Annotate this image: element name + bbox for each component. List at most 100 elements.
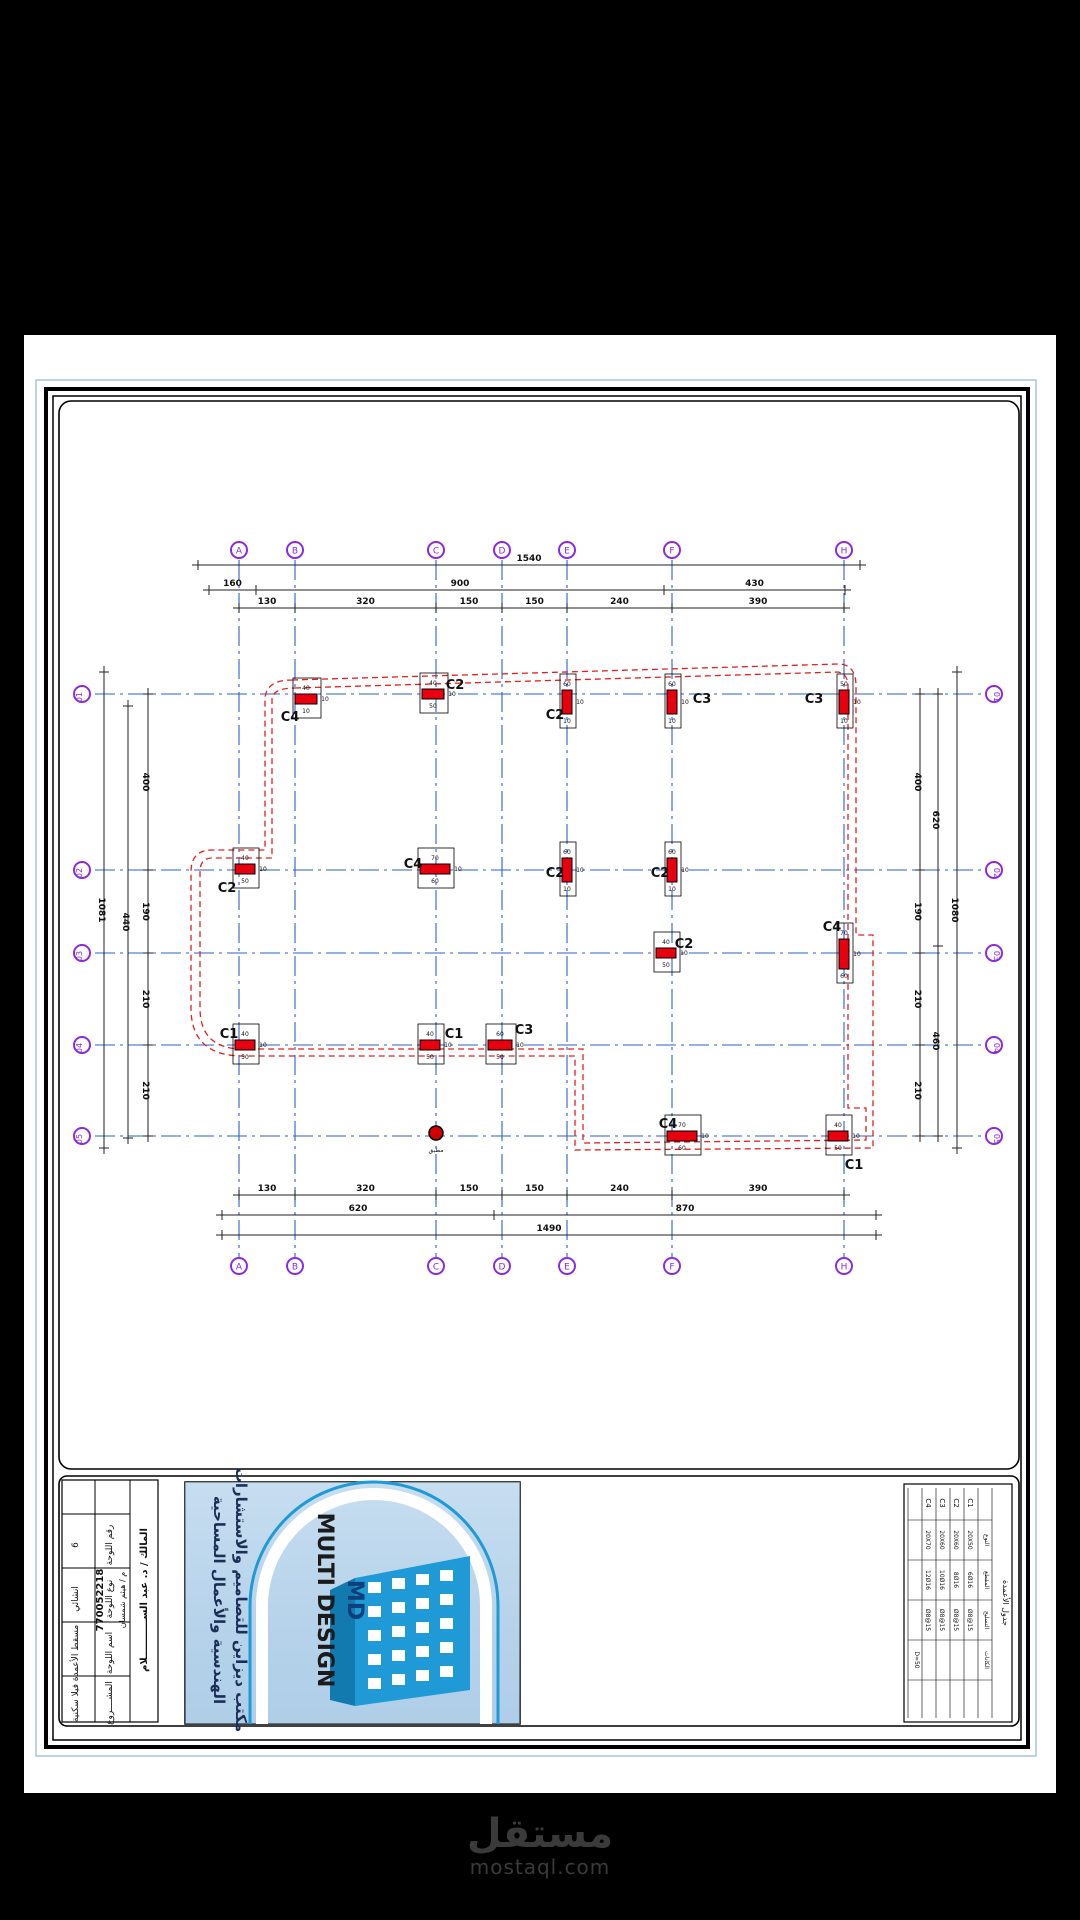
dim-top-span-text: 130 [258,597,277,607]
dim-bottom-span-text: 130 [258,1184,277,1194]
structural-drawing: A A B B C C D D E E F F H H 01 01 02 02 03 03 04 04 05 05 1540 16… [35,379,1037,1757]
column-11-label: C1 [220,1027,239,1042]
dim-top-overall-text: 1540 [516,554,541,564]
engineer-name: م / هيثم شمسان [118,1572,127,1628]
dim-top-span-text: 150 [525,597,544,607]
column-3-dim-b: 10 [668,718,676,725]
column-10-label: C4 [823,920,842,935]
dim-left-span-text: 210 [140,990,150,1009]
schedule-section-3: 20X70 [924,1530,931,1550]
column-7-label: C2 [546,866,565,881]
column-15-dim-a: 40 [834,1122,842,1129]
column-0-dim-a: 40 [302,685,310,692]
column-9: C2405010 [653,931,693,973]
column-10-dim-a: 70 [840,930,848,937]
column-15: C1 40 50 10 [825,1114,863,1173]
dim-left-span-text: 210 [140,1081,150,1100]
column-12-dim-a: 40 [426,1031,434,1038]
column-10-dim-c: 10 [853,951,861,958]
column-9-dim-c: 10 [680,950,688,957]
info-value-3: 6 [71,1542,81,1548]
dim-bottom-span-text: 150 [460,1184,479,1194]
column-5-dim-b: 50 [241,878,249,885]
column-1-dim-a: 40 [429,680,437,687]
grid-label-01: 01 [992,692,1001,702]
column-13-fill [487,1039,513,1051]
column-14-fill [666,1130,698,1142]
column-14-label: C4 [659,1117,678,1132]
plan-layer: A A B B C C D D E E F F H H 01 01 02 02 03 03 04 04 05 05 1540 16… [73,541,1003,1275]
grid-label-E: E [564,1263,570,1273]
schedule-header-1: المقطع [983,1571,990,1589]
grid-label-B: B [292,547,298,557]
dim-left-span-text: 190 [140,902,150,921]
column-8-dim-a: 60 [668,849,676,856]
grid-label-03: 03 [992,951,1001,961]
dim-right-overall-text: 1080 [949,897,959,922]
column-0: C4 40 10 10 [281,677,329,725]
column-8-dim-b: 10 [668,886,676,893]
column-6: C4 70 60 10 [404,847,462,889]
grid-label-02: 02 [992,868,1001,878]
grid-label-01: 01 [75,692,84,702]
column-9-dim-b: 50 [662,962,670,969]
column-3-dim-a: 60 [668,681,676,688]
company-logo: MULTI DESIGN MD مكتب ديزاين للتصاميم والاس… [184,1468,521,1732]
column-10: C470 60 10 [823,920,861,984]
column-15-dim-b: 50 [834,1145,842,1152]
column-12-label: C1 [445,1027,464,1042]
column-0-dim-b: 10 [302,708,310,715]
column-15-dim-c: 10 [852,1133,860,1140]
dim-right-segment-text: 460 [930,1032,940,1051]
offset-outline-outer [190,663,874,1151]
column-5-label: C2 [218,881,237,896]
logo-brand-text: MULTI DESIGN [312,1513,337,1688]
grid-label-A: A [236,547,243,557]
logo-window [392,1674,405,1685]
column-13-dim-a: 60 [496,1031,504,1038]
column-12-dim-b: 50 [426,1054,434,1061]
column-4-dim-c: 10 [853,699,861,706]
logo-window [440,1642,453,1653]
column-4-dim-a: 50 [840,681,848,688]
dim-bottom-span-text: 150 [525,1184,544,1194]
column-10-fill [838,938,850,970]
logo-window [440,1618,453,1629]
column-11: C1 40 50 10 [220,1023,267,1065]
column-11-dim-a: 40 [241,1031,249,1038]
logo-caption-2: الهندسية والأعمال المساحية [210,1496,228,1704]
dim-right-span-text: 210 [912,990,922,1009]
dim-bottom-overall-text: 1490 [536,1224,561,1234]
grid-label-D: D [499,547,506,557]
column-14-dim-a: 70 [678,1122,686,1129]
grid-label-05: 05 [992,1134,1001,1144]
column-3-fill [666,689,678,715]
manhole-label: مطبق [429,1147,444,1154]
column-5-fill [234,863,256,875]
logo-window [368,1582,381,1593]
schedule-ties-1: Ø8@15 [952,1609,959,1631]
schedule-section-1: 20X60 [952,1530,959,1550]
grid-label-05: 05 [75,1134,84,1144]
column-8-dim-c: 10 [681,867,689,874]
info-value-0: فيلا سكنية [71,1684,81,1722]
schedule-type-3: C4 [924,1498,932,1508]
column-4-fill [838,689,850,715]
logo-window [416,1646,429,1657]
column-4-label: C3 [805,692,824,707]
logo-window [416,1598,429,1609]
watermark-latin: mostaql.com [469,1855,611,1879]
column-11-dim-b: 50 [241,1054,249,1061]
dim-right-span-text: 400 [912,773,922,792]
watermark: مستقل mostaql.com [0,1812,1080,1878]
dim-right-span-text: 190 [912,902,922,921]
info-value-2: انشائي [71,1586,81,1612]
info-label-1: اسم اللوحة [105,1632,115,1674]
dim-bottom-segment-text: 870 [676,1204,695,1214]
dim-top-segment-text: 430 [745,579,764,589]
watermark-arabic: مستقل [466,1811,614,1857]
grid-label-F: F [669,1263,674,1273]
column-1-dim-b: 50 [429,703,437,710]
column-1-dim-c: 10 [448,691,456,698]
schedule-rebar-3: 12Ø16 [924,1570,931,1590]
